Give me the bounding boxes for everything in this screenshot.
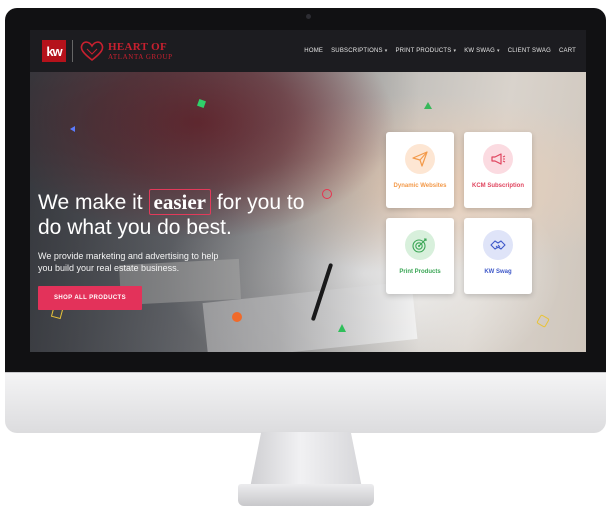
blue-triangle-shape xyxy=(70,126,75,132)
nav-item-subscriptions[interactable]: SUBSCRIPTIONS ▾ xyxy=(331,48,387,54)
nav-item-label: CART xyxy=(558,48,576,54)
card-print-products[interactable]: Print Products xyxy=(386,218,454,294)
nav-item-home[interactable]: HOME xyxy=(304,48,323,54)
hero-section: We make it easier for you to do what you… xyxy=(30,72,586,352)
chevron-down-icon: ▾ xyxy=(453,48,457,54)
headline-text-start: We make it xyxy=(38,191,143,214)
orange-dot-shape xyxy=(232,312,242,322)
card-label: Print Products xyxy=(399,269,441,275)
shop-all-products-button[interactable]: SHOP ALL PRODUCTS xyxy=(38,286,142,310)
card-label: KW Swag xyxy=(484,269,512,275)
brand-name-top: HEART OF xyxy=(108,40,167,53)
website-screen: kw HEART OF ATLANTA GROUP HOME SUBSCRIPT… xyxy=(30,30,586,352)
headline-highlight: easier xyxy=(148,189,211,215)
nav-item-kw-swag[interactable]: KW SWAG ▾ xyxy=(464,48,500,54)
nav-item-label: CLIENT SWAG xyxy=(507,48,551,54)
nav-menu: HOME SUBSCRIPTIONS ▾ PRINT PRODUCTS ▾ KW… xyxy=(304,48,576,54)
nav-item-label: SUBSCRIPTIONS xyxy=(331,48,383,54)
chevron-down-icon: ▾ xyxy=(384,48,388,54)
megaphone-icon xyxy=(483,144,513,174)
site-logo[interactable]: kw HEART OF ATLANTA GROUP xyxy=(42,40,173,62)
card-label: Dynamic Websites xyxy=(393,183,447,189)
kw-logo: kw xyxy=(42,40,66,62)
card-kcm-subscription[interactable]: KCM Subscription xyxy=(464,132,532,208)
top-navbar: kw HEART OF ATLANTA GROUP HOME SUBSCRIPT… xyxy=(30,30,586,72)
nav-item-client-swag[interactable]: CLIENT SWAG xyxy=(508,48,551,54)
paper-plane-icon xyxy=(405,144,435,174)
nav-item-print-products[interactable]: PRINT PRODUCTS ▾ xyxy=(395,48,456,54)
imac-mockup: kw HEART OF ATLANTA GROUP HOME SUBSCRIPT… xyxy=(0,0,611,512)
nav-item-label: PRINT PRODUCTS xyxy=(395,48,452,54)
hero-subtext: We provide marketing and advertising to … xyxy=(38,251,219,273)
target-icon xyxy=(405,230,435,260)
nav-item-label: KW SWAG xyxy=(464,48,496,54)
brand-name-bottom: ATLANTA GROUP xyxy=(108,52,173,61)
heart-outline-icon xyxy=(80,41,104,62)
logo-divider xyxy=(72,40,73,62)
nav-item-label: HOME xyxy=(304,48,324,54)
monitor-stand-foot xyxy=(238,484,374,506)
webcam xyxy=(306,14,311,19)
card-kw-swag[interactable]: KW Swag xyxy=(464,218,532,294)
handshake-icon xyxy=(483,230,513,260)
green-triangle-shape xyxy=(338,324,346,332)
green-triangle-outline-shape xyxy=(424,102,432,109)
nav-item-cart[interactable]: CART xyxy=(559,48,576,54)
monitor-chin xyxy=(5,372,606,433)
monitor-stand-neck xyxy=(250,432,362,488)
hero-headline: We make it easier for you to do what you… xyxy=(38,189,328,240)
card-dynamic-websites[interactable]: Dynamic Websites xyxy=(386,132,454,208)
card-label: KCM Subscription xyxy=(472,183,524,189)
chevron-down-icon: ▾ xyxy=(497,48,500,54)
